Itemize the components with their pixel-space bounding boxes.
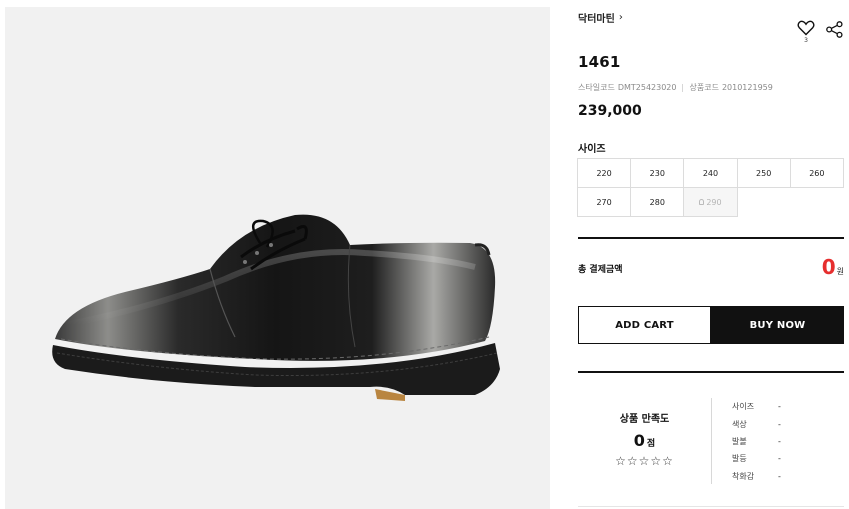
size-option-250[interactable]: 250 bbox=[736, 158, 791, 188]
size-value: 220 bbox=[596, 168, 612, 178]
attribute-value: - bbox=[778, 471, 781, 481]
size-value: 280 bbox=[649, 197, 665, 207]
attribute-value: - bbox=[778, 436, 781, 446]
star-rating-icons: ☆☆☆☆☆ bbox=[615, 454, 674, 468]
attribute-row: 색상 - bbox=[732, 415, 781, 432]
attribute-name: 발볼 bbox=[732, 436, 747, 446]
product-image[interactable] bbox=[5, 7, 550, 509]
share-button[interactable] bbox=[826, 21, 843, 42]
product-info-panel: 닥터마틴 › 3 1461 스타일코드 DMT25423020 상품코드 201… bbox=[577, 0, 844, 509]
satisfaction-attributes: 사이즈 - 색상 - 발볼 - 발등 - 착화감 - bbox=[732, 398, 781, 485]
satisfaction-score-value: 0 bbox=[633, 431, 645, 450]
attribute-row: 착화감 - bbox=[732, 468, 781, 485]
size-option-270[interactable]: 270 bbox=[577, 187, 632, 217]
attribute-row: 사이즈 - bbox=[732, 398, 781, 415]
attribute-value: - bbox=[778, 402, 781, 412]
total-amount-value: 0 bbox=[821, 255, 836, 279]
size-options: 220 230 240 250 260 270 280 290 bbox=[577, 158, 844, 217]
share-icon bbox=[826, 21, 843, 38]
wishlist-count: 3 bbox=[804, 37, 808, 44]
bell-icon bbox=[699, 199, 705, 205]
attribute-row: 발등 - bbox=[732, 450, 781, 467]
total-amount: 0 원 bbox=[822, 255, 844, 279]
satisfaction-divider bbox=[711, 398, 712, 484]
bottom-divider bbox=[578, 506, 844, 507]
size-option-220[interactable]: 220 bbox=[577, 158, 632, 188]
satisfaction-label: 상품 만족도 bbox=[619, 414, 670, 425]
product-codes: 스타일코드 DMT25423020 상품코드 2010121959 bbox=[578, 82, 773, 93]
heart-icon bbox=[797, 20, 815, 36]
product-code-label: 상품코드 bbox=[689, 83, 719, 92]
wishlist-button[interactable]: 3 bbox=[796, 20, 816, 44]
add-cart-button[interactable]: ADD CART bbox=[578, 306, 711, 344]
size-value: 260 bbox=[809, 168, 825, 178]
satisfaction-summary: 상품 만족도 0 점 ☆☆☆☆☆ bbox=[578, 395, 711, 468]
buy-now-button[interactable]: BUY NOW bbox=[711, 306, 844, 344]
total-label: 총 결제금액 bbox=[578, 265, 623, 275]
attribute-name: 사이즈 bbox=[732, 402, 755, 412]
attribute-name: 색상 bbox=[732, 419, 747, 429]
style-code-label: 스타일코드 bbox=[578, 83, 615, 92]
brand-name: 닥터마틴 bbox=[578, 14, 615, 25]
size-value: 230 bbox=[649, 168, 665, 178]
satisfaction-score-unit: 점 bbox=[646, 439, 656, 449]
section-divider bbox=[578, 237, 844, 239]
section-divider bbox=[578, 371, 844, 373]
attribute-value: - bbox=[778, 419, 781, 429]
size-value: 290 bbox=[706, 197, 722, 207]
brand-link[interactable]: 닥터마틴 › bbox=[578, 10, 623, 25]
size-option-290-soldout[interactable]: 290 bbox=[683, 187, 738, 217]
attribute-row: 발볼 - bbox=[732, 433, 781, 450]
product-price: 239,000 bbox=[578, 103, 642, 119]
total-amount-unit: 원 bbox=[836, 267, 844, 276]
size-label: 사이즈 bbox=[578, 144, 606, 155]
size-option-230[interactable]: 230 bbox=[630, 158, 685, 188]
product-title: 1461 bbox=[578, 53, 621, 71]
product-code: 2010121959 bbox=[721, 83, 773, 92]
style-code: DMT25423020 bbox=[617, 83, 677, 92]
size-option-280[interactable]: 280 bbox=[630, 187, 685, 217]
attribute-value: - bbox=[778, 454, 781, 464]
attribute-name: 착화감 bbox=[732, 471, 755, 481]
satisfaction-score: 0 점 bbox=[578, 431, 711, 450]
shoe-image bbox=[52, 214, 500, 401]
size-option-260[interactable]: 260 bbox=[789, 158, 844, 188]
size-value: 250 bbox=[756, 168, 772, 178]
attribute-name: 발등 bbox=[732, 454, 747, 464]
code-divider bbox=[682, 83, 684, 92]
size-value: 270 bbox=[596, 197, 612, 207]
size-option-240[interactable]: 240 bbox=[683, 158, 738, 188]
size-value: 240 bbox=[702, 168, 719, 178]
chevron-right-icon: › bbox=[618, 12, 623, 23]
